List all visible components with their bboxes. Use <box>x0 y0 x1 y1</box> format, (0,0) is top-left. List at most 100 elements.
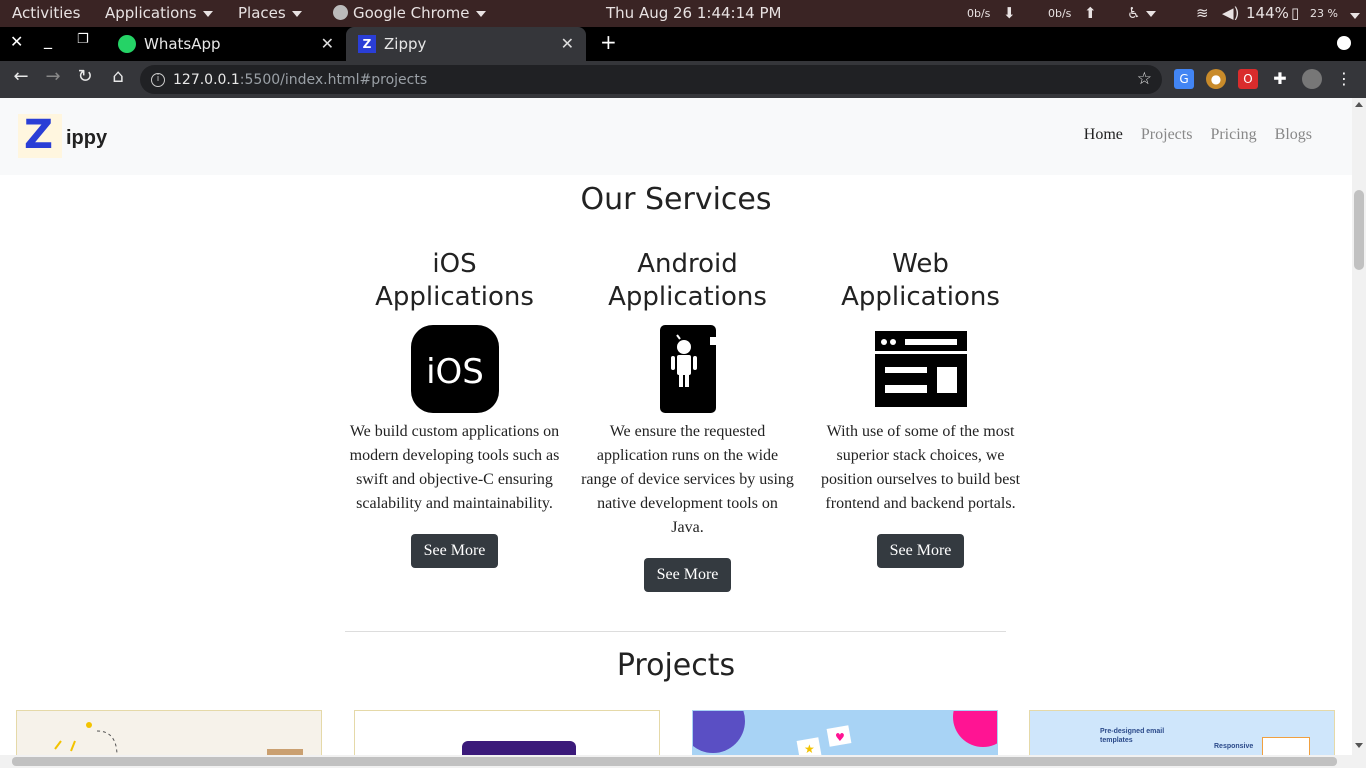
app-menu[interactable]: Google Chrome <box>333 4 486 22</box>
arrow-down-icon: ⬇ <box>1003 4 1016 22</box>
applications-menu[interactable]: Applications <box>105 4 213 22</box>
site-navbar: Z ippy Home Projects Pricing Blogs <box>0 98 1352 175</box>
site-info-icon[interactable]: i <box>151 72 165 87</box>
app-menu-label: Google Chrome <box>353 4 470 22</box>
bookmark-star-icon[interactable]: ☆ <box>1137 69 1152 89</box>
service-card-web: Web Applications With use of some of the … <box>804 248 1037 568</box>
places-menu[interactable]: Places <box>238 4 302 22</box>
service-description: We build custom applications on modern d… <box>349 423 560 512</box>
arrow-up-icon: ⬆ <box>1084 4 1097 22</box>
project-thumbnail[interactable]: Pre-designed email templates Responsive <box>1029 710 1335 755</box>
nav-blogs[interactable]: Blogs <box>1275 126 1312 144</box>
accessibility-icon[interactable]: ♿ <box>1127 4 1157 22</box>
address-bar[interactable]: i 127.0.0.1:5500/index.html#projects ☆ <box>140 65 1162 94</box>
chevron-down-icon <box>291 10 302 17</box>
tab-whatsapp[interactable]: WhatsApp ✕ <box>108 27 346 61</box>
forward-icon[interactable]: → <box>40 66 66 87</box>
nav-projects[interactable]: Projects <box>1141 126 1193 144</box>
chevron-down-icon <box>1146 10 1157 17</box>
office-extension-icon[interactable]: O <box>1238 69 1258 89</box>
service-title-line2: Applications <box>841 282 1000 312</box>
wifi-icon[interactable]: ≋ <box>1196 4 1209 22</box>
service-title: iOS Applications <box>338 248 571 314</box>
home-icon[interactable]: ⌂ <box>105 66 131 87</box>
web-layout-icon <box>871 324 971 414</box>
zippy-favicon-icon: Z <box>358 35 376 53</box>
svg-text:iOS: iOS <box>426 352 484 392</box>
nav-home[interactable]: Home <box>1084 126 1123 144</box>
tab-search-icon[interactable] <box>1337 36 1351 50</box>
url-path: :5500/index.html#projects <box>239 71 428 88</box>
profile-avatar[interactable] <box>1302 69 1322 89</box>
chevron-down-icon <box>475 10 486 17</box>
project-thumbnail[interactable]: ★ ♥ <box>692 710 998 755</box>
browser-menu-icon[interactable]: ⋮ <box>1334 69 1354 89</box>
brand-name: ippy <box>66 126 108 149</box>
section-divider <box>345 631 1006 632</box>
chrome-icon <box>333 5 348 20</box>
nav-pricing[interactable]: Pricing <box>1210 126 1256 144</box>
site-brand[interactable]: Z ippy <box>18 112 108 158</box>
svg-text:★: ★ <box>804 742 815 755</box>
battery-level: 23 % <box>1310 7 1338 20</box>
service-title-line2: Applications <box>608 282 767 312</box>
system-menu-caret[interactable] <box>1344 6 1360 24</box>
project-thumb-caption: Pre-designed email templates <box>1100 728 1165 744</box>
battery-icon[interactable]: ▯ <box>1291 4 1299 22</box>
svg-text:♥: ♥ <box>835 731 845 744</box>
google-translate-icon[interactable]: G <box>1174 69 1194 89</box>
system-top-bar: Activities Applications Places Google Ch… <box>0 0 1366 27</box>
project-thumb-caption: Responsive <box>1214 743 1254 750</box>
service-description: With use of some of the most superior st… <box>820 423 1021 512</box>
horizontal-scroll-thumb[interactable] <box>12 757 1337 766</box>
whatsapp-icon <box>118 35 136 53</box>
project-thumbnail[interactable] <box>16 710 322 755</box>
net-down-speed: 0b/s <box>967 7 991 20</box>
project-thumb-mockup <box>1262 737 1310 755</box>
tab-title: Zippy <box>384 35 427 53</box>
cookie-extension-icon[interactable]: ● <box>1206 69 1226 89</box>
tab-zippy[interactable]: Z Zippy ✕ <box>346 27 586 61</box>
clock[interactable]: Thu Aug 26 1:44:14 PM <box>606 4 781 22</box>
web-page: Z ippy Home Projects Pricing Blogs Our S… <box>0 98 1352 755</box>
new-tab-icon[interactable]: + <box>600 30 617 54</box>
tab-strip: ✕ _ ❐ WhatsApp ✕ Z Zippy ✕ + <box>0 27 1366 61</box>
minimize-window-icon[interactable]: _ <box>44 30 52 49</box>
ios-icon: iOS <box>405 324 505 414</box>
close-window-icon[interactable]: ✕ <box>10 32 23 51</box>
vertical-scrollbar[interactable] <box>1352 98 1366 755</box>
scroll-up-arrow[interactable] <box>1355 102 1363 107</box>
activities-button[interactable]: Activities <box>12 4 80 22</box>
see-more-button[interactable]: See More <box>643 558 732 592</box>
reload-icon[interactable]: ↻ <box>72 66 98 87</box>
android-phone-icon <box>638 324 738 414</box>
project-device-mockup <box>462 741 576 755</box>
volume-icon[interactable]: ◀) <box>1222 4 1239 22</box>
see-more-button[interactable]: See More <box>410 534 499 568</box>
see-more-button[interactable]: See More <box>876 534 965 568</box>
close-tab-icon[interactable]: ✕ <box>561 34 574 53</box>
service-card-android: Android Applications We ensure the reques… <box>571 248 804 592</box>
volume-level: 144% <box>1246 4 1289 22</box>
projects-title: Projects <box>616 648 736 683</box>
places-menu-label: Places <box>238 4 286 22</box>
extensions-puzzle-icon[interactable]: ✚ <box>1270 69 1290 89</box>
maximize-window-icon[interactable]: ❐ <box>77 32 89 47</box>
zippy-logo: Z <box>18 112 62 158</box>
browser-toolbar: ← → ↻ ⌂ i 127.0.0.1:5500/index.html#proj… <box>0 61 1366 98</box>
service-title: Web Applications <box>804 248 1037 314</box>
service-title-line1: iOS <box>432 249 477 279</box>
vertical-scroll-thumb[interactable] <box>1354 190 1364 270</box>
close-tab-icon[interactable]: ✕ <box>321 34 334 53</box>
horizontal-scrollbar[interactable] <box>0 755 1366 768</box>
service-card-ios: iOS Applications iOS We build custom appl… <box>338 248 571 568</box>
tab-title: WhatsApp <box>144 35 221 53</box>
services-title: Our Services <box>580 182 772 217</box>
project-thumbnail[interactable] <box>354 710 660 755</box>
service-description: We ensure the requested application runs… <box>581 423 794 536</box>
net-up-speed: 0b/s <box>1048 7 1072 20</box>
back-icon[interactable]: ← <box>8 66 34 87</box>
chevron-down-icon <box>202 10 213 17</box>
scroll-down-arrow[interactable] <box>1355 743 1363 748</box>
logo-letter: Z <box>24 112 54 158</box>
